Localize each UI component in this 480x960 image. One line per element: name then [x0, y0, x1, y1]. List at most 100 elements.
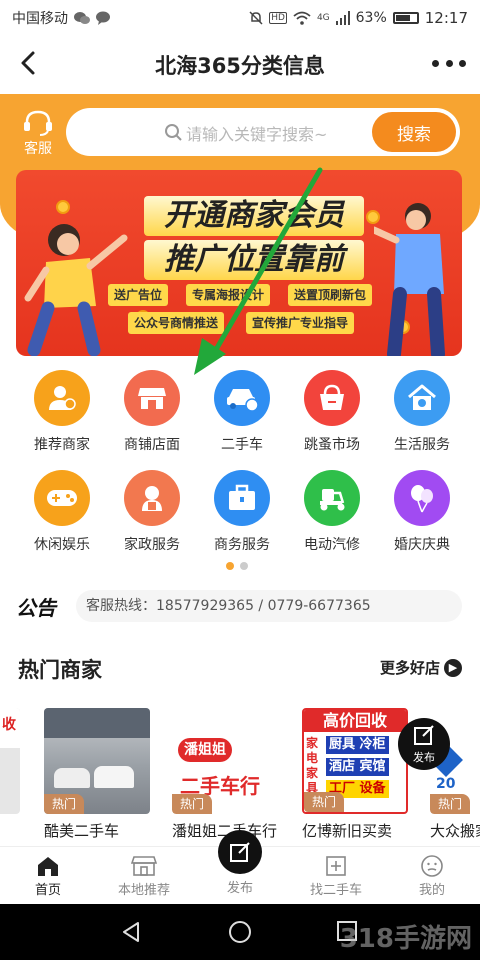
- category-leisure[interactable]: 休闲娱乐: [16, 470, 108, 554]
- category-wedding[interactable]: 婚庆庆典: [376, 470, 468, 554]
- tab-profile[interactable]: 我的: [384, 853, 480, 898]
- search-icon: [165, 124, 182, 141]
- man-figure-icon: [374, 203, 445, 356]
- customer-service-button[interactable]: 客服: [18, 110, 58, 158]
- hot-badge: 热门: [44, 794, 85, 814]
- tab-label: 我的: [418, 883, 445, 898]
- shop-card[interactable]: 潘姐姐 二手车行 热门 潘姐姐二手车行: [172, 708, 278, 841]
- title-bar: 北海365分类信息: [0, 36, 480, 94]
- category-ev-repair[interactable]: 电动汽修: [286, 470, 378, 554]
- signal-icon: [335, 11, 350, 25]
- notice-bar[interactable]: 公告 客服热线：18577929365 / 0779-6677365: [16, 590, 462, 622]
- maid-icon: [124, 470, 180, 526]
- tab-home[interactable]: 首页: [0, 853, 96, 898]
- store-icon: [131, 856, 157, 876]
- category-used-car[interactable]: 二手车: [196, 370, 288, 454]
- more-shops-link[interactable]: 更多好店 ▶: [380, 657, 462, 678]
- shop-sign: 潘姐姐: [178, 738, 232, 762]
- home-icon: [38, 857, 58, 876]
- clock: 12:17: [424, 9, 468, 27]
- car-icon: [214, 370, 270, 426]
- page-dot: [240, 562, 248, 570]
- banner-tag: 公众号商情推送: [128, 312, 225, 334]
- scooter-icon: [304, 470, 360, 526]
- face-icon: [421, 855, 443, 877]
- promo-banner[interactable]: 开通商家会员 推广位置靠前 送广告位 专属海报设计 送置顶刷新包 公众号商情推送…: [16, 170, 462, 356]
- balloon-icon: [394, 470, 450, 526]
- tab-label: 首页: [34, 883, 61, 898]
- floating-publish-label: 发布: [413, 751, 435, 764]
- battery-percent: 63%: [355, 10, 387, 26]
- notice-text: 客服热线：18577929365 / 0779-6677365: [76, 590, 462, 622]
- category-label: 商铺店面: [124, 437, 180, 453]
- nav-back-icon[interactable]: [120, 920, 144, 944]
- carrier-label: 中国移动: [12, 11, 68, 27]
- chevron-right-icon: ▶: [444, 658, 462, 677]
- tab-local-recommend[interactable]: 本地推荐: [96, 853, 192, 898]
- more-options-icon[interactable]: [432, 50, 466, 76]
- category-shop[interactable]: 商铺店面: [106, 370, 198, 454]
- gamepad-icon: [34, 470, 90, 526]
- category-label: 推荐商家: [34, 437, 90, 453]
- plus-square-icon: [326, 856, 346, 876]
- search-bar[interactable]: 请输入关键字搜索~ 搜索: [66, 108, 460, 156]
- category-label: 生活服务: [394, 437, 450, 453]
- shop-name: 酷美二手车: [44, 822, 120, 840]
- back-arrow-icon[interactable]: [14, 48, 44, 78]
- category-life-service[interactable]: 生活服务: [376, 370, 468, 454]
- house-icon: [394, 370, 450, 426]
- category-housekeeping[interactable]: 家政服务: [106, 470, 198, 554]
- edit-icon: [414, 725, 434, 745]
- banner-headline-1: 开通商家会员: [144, 196, 364, 236]
- tab-label: 发布: [226, 881, 253, 896]
- shop-sign-side: 家电家具: [306, 736, 319, 795]
- tab-publish[interactable]: 发布: [192, 877, 288, 896]
- shop-sign-line: 厨具 冷柜: [326, 736, 389, 754]
- search-placeholder[interactable]: 请输入关键字搜索~: [186, 121, 327, 145]
- page-title: 北海365分类信息: [155, 54, 325, 78]
- watermark: 318手游网: [339, 924, 472, 954]
- search-button[interactable]: 搜索: [372, 112, 456, 152]
- page-indicator: [226, 562, 248, 570]
- more-shops-label: 更多好店: [379, 659, 440, 677]
- category-flea-market[interactable]: 跳蚤市场: [286, 370, 378, 454]
- category-label: 商务服务: [214, 537, 270, 553]
- mute-icon: [249, 11, 263, 25]
- category-label: 二手车: [221, 437, 263, 453]
- shop-card[interactable]: 高价回收 家电家具 厨具 冷柜 酒店 宾馆 工厂 设备 热门 亿博新旧买卖: [302, 708, 408, 841]
- shop-icon: [124, 370, 180, 426]
- category-label: 家政服务: [124, 537, 180, 553]
- basket-icon: [304, 370, 360, 426]
- network-type: 4G: [316, 13, 330, 23]
- category-label: 休闲娱乐: [34, 537, 90, 553]
- chat-bubble-icon: [96, 11, 110, 25]
- banner-tag: 送置顶刷新包: [288, 284, 373, 306]
- wifi-icon: [293, 11, 311, 25]
- category-label: 跳蚤市场: [304, 437, 360, 453]
- shop-name: 大众搬家: [430, 822, 480, 840]
- nav-home-icon[interactable]: [228, 920, 252, 944]
- category-business[interactable]: 商务服务: [196, 470, 288, 554]
- tab-label: 找二手车: [309, 883, 362, 898]
- shop-sign: 高价回收: [304, 710, 406, 732]
- shop-card-partial[interactable]: 收: [0, 708, 20, 814]
- banner-tag: 送广告位: [108, 284, 169, 306]
- category-recommend[interactable]: 推荐商家: [16, 370, 108, 454]
- publish-button[interactable]: [218, 830, 262, 874]
- hot-badge: 热门: [172, 794, 213, 814]
- section-title: 热门商家: [18, 658, 102, 682]
- floating-publish-button[interactable]: 发布: [398, 718, 450, 770]
- headset-icon: [24, 110, 52, 136]
- notice-logo: 公告: [16, 596, 56, 620]
- wechat-icon: [74, 12, 90, 24]
- shop-card[interactable]: 热门 酷美二手车: [44, 708, 150, 841]
- briefcase-icon: [214, 470, 270, 526]
- shop-sign-line: 酒店 宾馆: [326, 758, 389, 776]
- category-label: 电动汽修: [304, 537, 360, 553]
- customer-service-label: 客服: [24, 141, 52, 157]
- status-bar: 中国移动 HD 4G 63% 12:17: [0, 0, 480, 36]
- banner-headline-2: 推广位置靠前: [144, 240, 364, 280]
- page-dot-active: [226, 562, 234, 570]
- shop-name: 亿博新旧买卖: [302, 822, 393, 840]
- tab-find-used-car[interactable]: 找二手车: [288, 853, 384, 898]
